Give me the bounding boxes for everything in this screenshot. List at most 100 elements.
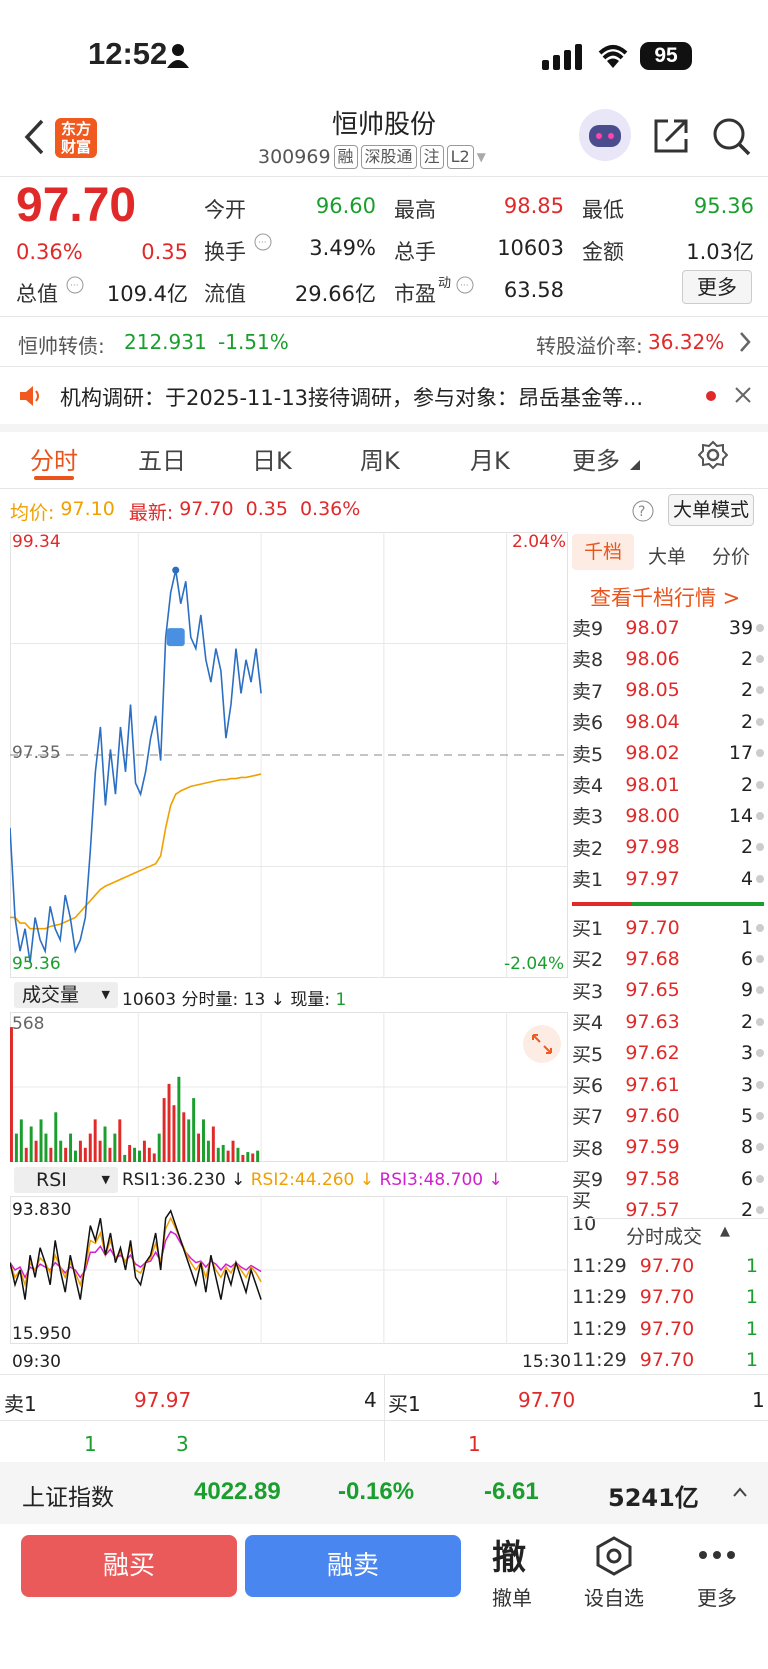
buy-level-row[interactable]: 买2 97.68 6 [572,943,764,974]
buy-level-row[interactable]: 买1 97.70 1 [572,912,764,943]
volume-bar [113,1133,117,1162]
info-icon[interactable]: ··· [66,276,84,294]
high-label: 最高 [394,198,436,222]
trade-price: 97.70 [639,1317,695,1340]
tab-more[interactable]: 更多 [572,441,620,476]
trade-time: 11:29 [572,1286,627,1308]
margin-buy-button[interactable]: 融买 [21,1535,237,1597]
volume-bar [103,1126,107,1162]
volume-bar [78,1140,82,1162]
notice-text[interactable]: 机构调研：于2025-11-13接待调研，参与对象：昂岳基金等... [60,382,690,412]
add-watchlist-label[interactable]: 设自选 [574,1582,654,1611]
pct-bottom-label: -2.04% [504,954,565,974]
tab-weekly-k[interactable]: 周K [360,441,400,476]
large-order-mode-button[interactable]: 大单模式 [668,494,754,526]
volume-selector[interactable]: 成交量 ▼ [14,982,118,1008]
book-volume: 5 [740,1104,754,1127]
sell-level-row[interactable]: 卖9 98.07 39 [572,612,764,643]
trades-header[interactable]: 分时成交 [626,1222,702,1249]
book-level-label: 买6 [572,1075,604,1097]
volume-bar [14,1133,18,1162]
book-dot [756,1143,764,1152]
sell-level-row[interactable]: 卖7 98.05 2 [572,675,764,706]
expand-icon[interactable] [522,1024,562,1064]
caret-down-icon[interactable]: ▼ [477,150,486,164]
change-amount: 0.35 [141,240,188,264]
book-tab-large[interactable]: 大单 [648,542,686,569]
book-volume: 3 [740,1042,754,1065]
buy-level-row[interactable]: 买3 97.65 9 [572,975,764,1006]
buy-level-row[interactable]: 买7 97.60 5 [572,1100,764,1131]
more-actions-label[interactable]: 更多 [677,1582,757,1611]
book-price: 98.00 [625,804,680,827]
index-change: -6.61 [484,1478,539,1505]
help-icon[interactable]: ? [632,500,654,522]
x-end-label: 15:30 [522,1352,571,1372]
chevron-right-icon[interactable] [738,331,752,353]
margin-sell-button[interactable]: 融卖 [245,1535,461,1597]
buy-level-row[interactable]: 买6 97.61 3 [572,1069,764,1100]
volume-chart[interactable] [10,1012,568,1162]
queue-value-2: 3 [176,1432,189,1456]
volume-bar [236,1147,240,1162]
indicator-selector[interactable]: RSI ▼ [14,1167,118,1193]
book-volume: 2 [740,773,754,796]
minute-volume-value: 13 [243,990,266,1010]
buy-level-row[interactable]: 买10 97.57 2 [572,1190,764,1235]
volume-bar [128,1144,132,1162]
chevron-up-icon[interactable] [732,1486,748,1498]
sell-level-row[interactable]: 卖4 98.01 2 [572,769,764,800]
sell-level-row[interactable]: 卖1 97.97 4 [572,863,764,894]
volume-max-label: 568 [12,1014,45,1034]
add-watchlist-icon[interactable] [594,1536,634,1576]
cancel-order-label[interactable]: 撤单 [472,1582,552,1611]
tab-daily-k[interactable]: 日K [252,441,292,476]
volume-bar [221,1144,225,1162]
share-icon[interactable] [652,117,690,155]
rsi-chart[interactable] [10,1196,568,1344]
buy-level-row[interactable]: 买8 97.59 8 [572,1132,764,1163]
buy-level-row[interactable]: 买4 97.63 2 [572,1006,764,1037]
sell-level-row[interactable]: 卖2 97.98 2 [572,832,764,863]
info-icon[interactable]: ··· [254,233,272,251]
book-tab-price[interactable]: 分价 [712,542,750,569]
tab-monthly-k[interactable]: 月K [470,441,510,476]
volume-bar [211,1126,215,1162]
volume-bar [177,1076,181,1162]
y-mid-label: 97.35 [12,743,61,763]
book-level-label: 买10 [572,1189,597,1235]
index-amount: 5241亿 [608,1484,699,1512]
volume-bar [147,1147,151,1162]
more-stats-button[interactable]: 更多 [682,270,752,304]
close-icon[interactable] [734,386,752,404]
book-volume: 2 [740,679,754,702]
indicator-selector-label: RSI [36,1169,67,1191]
sell-level-row[interactable]: 卖3 98.00 14 [572,800,764,831]
book-price: 97.59 [625,1136,680,1159]
volume-bar [108,1147,112,1162]
tab-intraday[interactable]: 分时 [30,441,78,476]
book-tab-thousand[interactable]: 千档 [572,534,634,570]
cancel-order-icon[interactable]: 撤 [492,1530,526,1579]
volume-bar [88,1133,92,1162]
search-icon[interactable] [712,117,752,157]
price-chart[interactable] [10,532,568,978]
index-percent: -0.16% [338,1478,415,1505]
buy-level-row[interactable]: 买5 97.62 3 [572,1038,764,1069]
caret-up-icon[interactable]: ▲ [720,1224,730,1239]
volume-bar [34,1140,38,1162]
more-dots-icon[interactable] [698,1550,736,1560]
sell-level-row[interactable]: 卖6 98.04 2 [572,706,764,737]
open-value: 96.60 [315,194,376,218]
sell-level-row[interactable]: 卖8 98.06 2 [572,643,764,674]
info-icon[interactable]: ··· [456,276,474,294]
volume-bar [93,1119,97,1162]
tab-five-day[interactable]: 五日 [138,441,186,476]
book-link[interactable]: 查看千档行情 > [590,582,740,612]
trade-row: 11:29 97.70 1 [572,1345,764,1376]
volume-bar [69,1133,73,1162]
sell-level-row[interactable]: 卖5 98.02 17 [572,738,764,769]
robot-avatar-icon[interactable] [578,108,632,162]
settings-icon[interactable] [698,440,728,470]
amount-value: 1.03亿 [686,240,754,264]
